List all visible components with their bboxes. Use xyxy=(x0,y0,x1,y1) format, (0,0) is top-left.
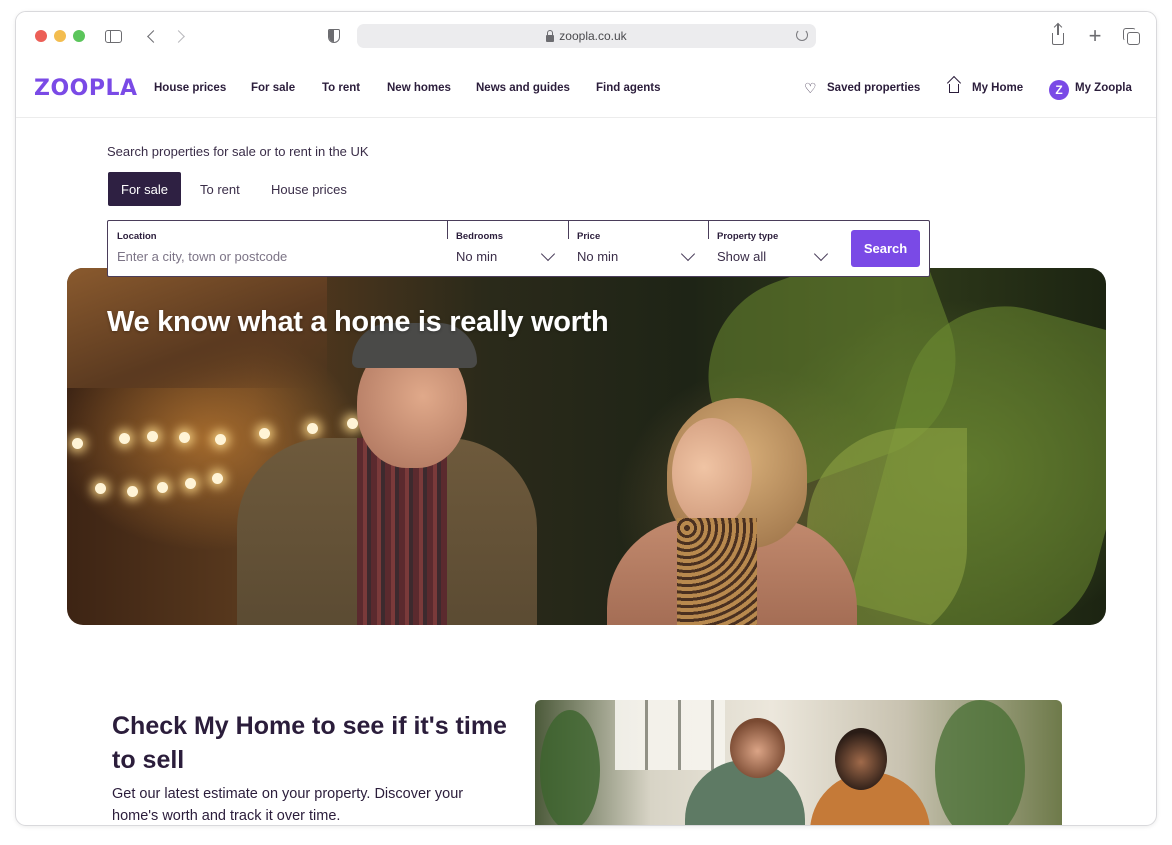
saved-properties-link[interactable]: Saved properties xyxy=(827,82,920,94)
browser-window: zoopla.co.uk + ZOOPLA House prices For s… xyxy=(15,11,1157,826)
nav-find-agents[interactable]: Find agents xyxy=(596,82,661,94)
bedrooms-select[interactable]: Bedrooms No min xyxy=(447,221,568,276)
search-button[interactable]: Search xyxy=(851,230,920,267)
price-value: No min xyxy=(577,249,619,264)
price-label: Price xyxy=(577,231,601,242)
search-form: Location Enter a city, town or postcode … xyxy=(107,220,930,277)
hero-title: We know what a home is really worth xyxy=(107,306,609,338)
search-heading: Search properties for sale or to rent in… xyxy=(107,144,369,159)
sidebar-toggle-icon[interactable] xyxy=(103,26,123,46)
price-select[interactable]: Price No min xyxy=(568,221,708,276)
check-my-home-image xyxy=(535,700,1062,825)
my-zoopla-link[interactable]: My Zoopla xyxy=(1075,82,1132,94)
privacy-shield-icon[interactable] xyxy=(324,26,344,46)
check-my-home-text: Get our latest estimate on your property… xyxy=(112,786,464,824)
minimize-window-button[interactable] xyxy=(54,30,66,42)
close-window-button[interactable] xyxy=(35,30,47,42)
my-home-link[interactable]: My Home xyxy=(972,82,1023,94)
location-field[interactable]: Location Enter a city, town or postcode xyxy=(108,221,447,276)
my-zoopla-avatar-icon[interactable]: Z xyxy=(1049,80,1069,100)
zoom-window-button[interactable] xyxy=(73,30,85,42)
bedrooms-value: No min xyxy=(456,249,498,264)
chevron-down-icon xyxy=(813,246,829,262)
location-label: Location xyxy=(117,231,157,242)
forward-icon[interactable] xyxy=(170,26,190,46)
house-icon[interactable] xyxy=(949,84,959,93)
zoopla-logo[interactable]: ZOOPLA xyxy=(34,76,138,101)
nav-news-and-guides[interactable]: News and guides xyxy=(476,82,570,94)
chevron-down-icon xyxy=(540,246,556,262)
nav-new-homes[interactable]: New homes xyxy=(387,82,451,94)
back-icon[interactable] xyxy=(141,26,161,46)
nav-to-rent[interactable]: To rent xyxy=(322,82,360,94)
lock-icon xyxy=(546,29,555,42)
tab-overview-icon[interactable] xyxy=(1121,26,1141,46)
tab-house-prices[interactable]: House prices xyxy=(258,172,360,206)
site-header: ZOOPLA House prices For sale To rent New… xyxy=(16,58,1156,118)
reload-icon[interactable] xyxy=(796,29,808,41)
property-type-select[interactable]: Property type Show all xyxy=(708,221,843,276)
property-type-value: Show all xyxy=(717,249,767,264)
browser-toolbar: zoopla.co.uk + xyxy=(16,12,1156,58)
nav-for-sale[interactable]: For sale xyxy=(251,82,295,94)
bedrooms-label: Bedrooms xyxy=(456,231,503,242)
heart-icon[interactable]: ♡ xyxy=(804,81,817,95)
tab-for-sale[interactable]: For sale xyxy=(108,172,181,206)
address-bar[interactable]: zoopla.co.uk xyxy=(357,24,816,48)
chevron-down-icon xyxy=(680,246,696,262)
nav-house-prices[interactable]: House prices xyxy=(154,82,226,94)
property-type-label: Property type xyxy=(717,231,779,242)
new-tab-icon[interactable]: + xyxy=(1085,25,1105,47)
hero-image: We know what a home is really worth xyxy=(67,268,1106,625)
share-icon[interactable] xyxy=(1048,24,1068,46)
location-input[interactable]: Enter a city, town or postcode xyxy=(117,249,287,264)
address-bar-url: zoopla.co.uk xyxy=(559,29,627,43)
tab-to-rent[interactable]: To rent xyxy=(187,172,253,206)
check-my-home-title: Check My Home to see if it's time to sel… xyxy=(112,712,507,774)
